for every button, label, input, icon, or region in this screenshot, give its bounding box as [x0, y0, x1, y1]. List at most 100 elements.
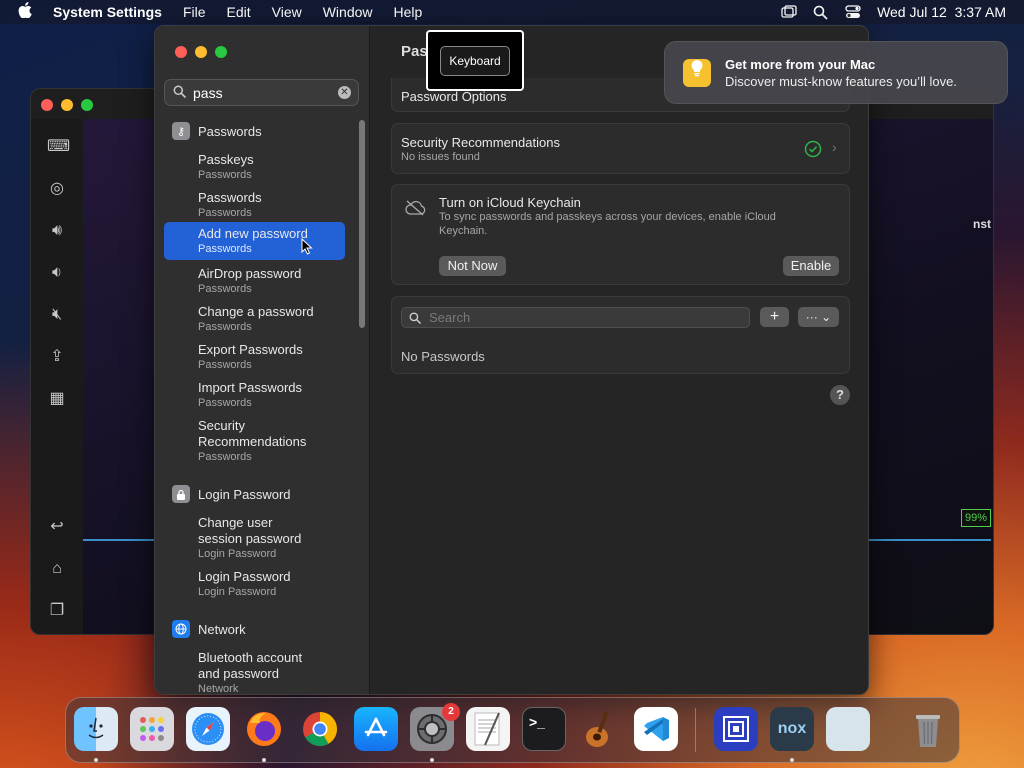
- launchpad-icon[interactable]: [130, 707, 174, 751]
- result-title: Add new password: [198, 226, 308, 241]
- lock-icon: [172, 485, 190, 503]
- cloud-off-icon: [405, 200, 426, 216]
- notification-body: Discover must-know features you’ll love.: [725, 74, 957, 89]
- category-label: Network: [198, 621, 246, 637]
- volume-up-icon[interactable]: 🔊︎: [47, 221, 67, 241]
- result-add-new-password[interactable]: Add new password Passwords: [164, 222, 345, 260]
- finder-icon[interactable]: [74, 707, 118, 751]
- notification-banner[interactable]: Get more from your Mac Discover must-kno…: [664, 41, 1008, 104]
- terminal-icon[interactable]: >_: [522, 707, 566, 751]
- help-button[interactable]: ?: [830, 385, 850, 405]
- result-subtitle: Login Password: [198, 548, 277, 560]
- not-now-button[interactable]: Not Now: [439, 256, 506, 276]
- chrome-icon[interactable]: [298, 707, 342, 751]
- result-login-password[interactable]: Login Password Login Password: [164, 566, 345, 601]
- add-password-button[interactable]: +: [760, 307, 789, 327]
- dock-separator: [695, 708, 696, 752]
- menu-view[interactable]: View: [272, 4, 302, 20]
- security-recommendations-row[interactable]: Security Recommendations No issues found…: [391, 123, 850, 174]
- minimize-button[interactable]: [195, 46, 207, 58]
- category-login-password[interactable]: Login Password: [172, 485, 291, 503]
- back-icon[interactable]: ↩: [47, 517, 67, 537]
- app-store-icon[interactable]: [354, 707, 398, 751]
- result-passwords[interactable]: Passwords Passwords: [164, 187, 345, 222]
- system-settings-window: pass ✕ ⚷ Passwords Passkeys Passwords Pa…: [154, 25, 869, 695]
- location-icon[interactable]: ◎: [47, 179, 67, 199]
- security-status: No issues found: [401, 151, 480, 163]
- result-bluetooth-account-password[interactable]: Bluetooth account and password Network: [164, 647, 314, 695]
- menu-bar: System Settings File Edit View Window He…: [0, 0, 1024, 24]
- search-icon: [409, 312, 421, 324]
- checkmark-circle-icon: [804, 140, 822, 158]
- mute-icon[interactable]: 🔇︎: [47, 305, 67, 325]
- enable-button[interactable]: Enable: [783, 256, 839, 276]
- result-import-passwords[interactable]: Import Passwords Passwords: [164, 377, 345, 412]
- more-options-button[interactable]: ··· ⌄: [798, 307, 839, 327]
- result-passkeys[interactable]: Passkeys Passwords: [164, 149, 345, 184]
- sidebar-scrollbar[interactable]: [359, 120, 365, 328]
- chevron-right-icon: ›: [832, 139, 837, 155]
- zoom-button[interactable]: [215, 46, 227, 58]
- nox-icon[interactable]: nox: [770, 707, 814, 751]
- password-search-field[interactable]: Search: [401, 307, 750, 328]
- volume-down-icon[interactable]: 🔉︎: [47, 263, 67, 283]
- apk-install-icon[interactable]: ⇪: [47, 347, 67, 367]
- result-title: Bluetooth account and password: [198, 650, 303, 681]
- result-title: Passwords: [198, 190, 262, 205]
- bg-close-button[interactable]: [41, 99, 53, 111]
- result-subtitle: Passwords: [198, 359, 252, 371]
- screen-mirroring-icon[interactable]: [781, 5, 797, 19]
- result-subtitle: Network: [198, 683, 239, 695]
- textedit-icon[interactable]: [466, 707, 510, 751]
- search-input[interactable]: pass: [193, 85, 223, 101]
- menubar-clock[interactable]: Wed Jul 12 3:37 AM: [877, 4, 1006, 20]
- security-label: Security Recommendations: [401, 135, 560, 150]
- notification-badge: 2: [442, 703, 460, 721]
- preview-icon[interactable]: [826, 707, 870, 751]
- garageband-icon[interactable]: [578, 707, 622, 751]
- keyboard-tooltip-label: Keyboard: [440, 46, 510, 76]
- firefox-icon[interactable]: [242, 707, 286, 751]
- notification-title: Get more from your Mac: [725, 57, 876, 72]
- home-icon[interactable]: ⌂: [47, 559, 67, 579]
- result-security-recommendations[interactable]: Security Recommendations Passwords: [164, 415, 314, 466]
- close-button[interactable]: [175, 46, 187, 58]
- bg-zoom-button[interactable]: [81, 99, 93, 111]
- clear-search-icon[interactable]: ✕: [338, 86, 351, 99]
- result-change-password[interactable]: Change a password Passwords: [164, 301, 345, 336]
- screens-icon[interactable]: [714, 707, 758, 751]
- sidebar-search-field[interactable]: pass ✕: [164, 79, 359, 106]
- result-title: Import Passwords: [198, 380, 303, 395]
- keyboard-icon[interactable]: ⌨: [47, 137, 70, 157]
- recents-icon[interactable]: ❐: [47, 601, 67, 621]
- screen-record-icon[interactable]: ▦: [47, 389, 67, 409]
- nox-running-dot: [790, 758, 794, 762]
- menu-file[interactable]: File: [183, 4, 206, 20]
- password-options-label: Password Options: [401, 89, 507, 104]
- vscode-icon[interactable]: [634, 707, 678, 751]
- menu-edit[interactable]: Edit: [227, 4, 251, 20]
- finder-running-dot: [94, 758, 98, 762]
- result-change-user-session-password[interactable]: Change user session password Login Passw…: [164, 512, 314, 563]
- result-export-passwords[interactable]: Export Passwords Passwords: [164, 339, 345, 374]
- bg-minimize-button[interactable]: [61, 99, 73, 111]
- lightbulb-icon: [683, 59, 711, 87]
- spotlight-search-icon[interactable]: [813, 5, 829, 20]
- system-settings-running-dot: [430, 758, 434, 762]
- bg-toolbar: ⌨ ◎ 🔊︎ 🔉︎ 🔇︎ ⇪ ▦ ↩ ⌂ ❐: [31, 119, 83, 634]
- result-title: Change a password: [198, 304, 314, 319]
- menu-window[interactable]: Window: [323, 4, 373, 20]
- trash-icon[interactable]: [906, 707, 950, 751]
- keychain-title: Turn on iCloud Keychain: [439, 195, 581, 210]
- no-passwords-label: No Passwords: [401, 349, 485, 364]
- result-airdrop-password[interactable]: AirDrop password Passwords: [164, 263, 345, 298]
- category-network[interactable]: Network: [172, 620, 246, 638]
- apple-menu-icon[interactable]: [18, 2, 34, 22]
- firefox-running-dot: [262, 758, 266, 762]
- category-label: Passwords: [198, 123, 262, 139]
- menu-help[interactable]: Help: [394, 4, 423, 20]
- menu-app-name[interactable]: System Settings: [53, 4, 162, 20]
- safari-icon[interactable]: [186, 707, 230, 751]
- category-passwords[interactable]: ⚷ Passwords: [172, 122, 262, 140]
- control-center-icon[interactable]: [845, 5, 861, 19]
